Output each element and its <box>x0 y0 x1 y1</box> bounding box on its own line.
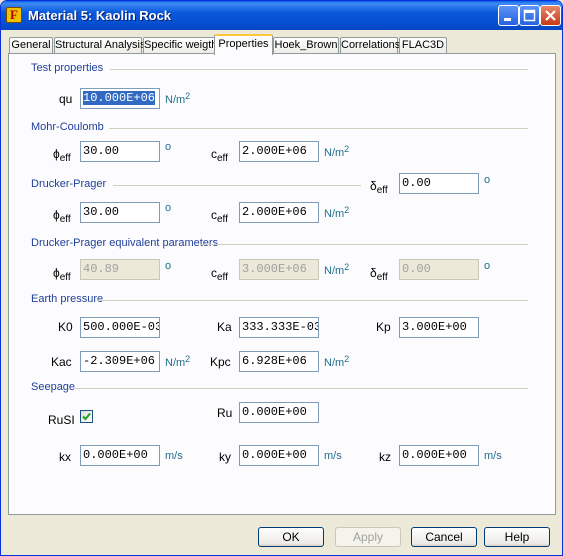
dp-delta-unit: o <box>484 174 491 186</box>
close-icon <box>545 10 556 21</box>
dp-delta-field[interactable]: 0.00 <box>399 173 479 194</box>
divider <box>110 69 528 70</box>
mc-c-label: ceff <box>211 147 228 164</box>
kz-label: kz <box>379 450 391 464</box>
divider <box>75 388 528 389</box>
dp-c-field[interactable]: 2.000E+06 <box>239 202 319 223</box>
dp-phi-field[interactable]: 30.00 <box>80 202 160 223</box>
tab-properties[interactable]: Properties <box>214 34 273 55</box>
kp-field[interactable]: 3.000E+00 <box>399 317 479 338</box>
tab-hoek-brown[interactable]: Hoek_Brown <box>273 37 339 54</box>
properties-panel: Test properties qu 10.000E+06 N/m2 Mohr-… <box>8 53 556 515</box>
kx-label: kx <box>59 450 71 464</box>
kac-label: Kac <box>51 355 72 369</box>
group-mohr-coulomb: Mohr-Coulomb <box>31 121 104 133</box>
group-seepage: Seepage <box>31 381 76 393</box>
kz-unit: m/s <box>484 450 502 462</box>
ru-label: Ru <box>217 406 233 420</box>
dpe-delta-unit: o <box>484 260 491 272</box>
kz-field[interactable]: 0.000E+00 <box>399 445 479 466</box>
divider <box>200 244 528 245</box>
kp-label: Kp <box>376 320 391 334</box>
dp-delta-label: δeff <box>370 179 388 196</box>
app-icon: F <box>6 7 22 23</box>
mc-phi-unit: o <box>165 141 172 153</box>
kpc-field[interactable]: 6.928E+06 <box>239 351 319 372</box>
kpc-label: Kpc <box>210 355 231 369</box>
kac-field[interactable]: -2.309E+06 <box>80 351 160 372</box>
rusi-label: RuSI <box>48 413 75 427</box>
rusi-checkbox[interactable] <box>80 410 93 423</box>
checkmark-icon <box>82 412 91 421</box>
kpc-unit: N/m2 <box>324 354 350 369</box>
mc-phi-label: ϕeff <box>53 147 71 164</box>
divider <box>97 300 528 301</box>
qu-unit: N/m2 <box>165 91 191 106</box>
ky-label: ky <box>219 450 231 464</box>
maximize-button[interactable] <box>519 5 540 26</box>
dpe-c-unit: N/m2 <box>324 262 350 277</box>
dpe-phi-label: ϕeff <box>53 266 71 283</box>
maximize-icon <box>523 9 536 22</box>
dp-phi-label: ϕeff <box>53 208 71 225</box>
group-test-properties: Test properties <box>31 62 104 74</box>
mc-phi-field[interactable]: 30.00 <box>80 141 160 162</box>
dpe-delta-label: δeff <box>370 266 388 283</box>
qu-label: qu <box>59 92 73 106</box>
group-earth-pressure: Earth pressure <box>31 293 104 305</box>
window-title: Material 5: Kaolin Rock <box>28 8 172 23</box>
dpe-delta-field: 0.00 <box>399 259 479 280</box>
divider <box>113 185 361 186</box>
group-dp-equivalent: Drucker-Prager equivalent parameters <box>31 237 219 249</box>
help-button[interactable]: Help <box>484 527 550 547</box>
ka-label: Ka <box>217 320 232 334</box>
dp-phi-unit: o <box>165 202 172 214</box>
dpe-phi-unit: o <box>165 260 172 272</box>
minimize-button[interactable] <box>498 5 519 26</box>
divider <box>109 128 528 129</box>
ru-field[interactable]: 0.000E+00 <box>239 402 319 423</box>
group-drucker-prager: Drucker-Prager <box>31 178 107 190</box>
ka-field[interactable]: 333.333E-03 <box>239 317 319 338</box>
mc-c-unit: N/m2 <box>324 144 350 159</box>
kx-unit: m/s <box>165 450 183 462</box>
qu-field[interactable]: 10.000E+06 <box>80 88 160 109</box>
title-bar[interactable]: F Material 5: Kaolin Rock <box>1 1 562 30</box>
cancel-button[interactable]: Cancel <box>411 527 477 547</box>
close-button[interactable] <box>540 5 561 26</box>
tab-flac3d[interactable]: FLAC3D <box>399 37 447 54</box>
material-dialog: F Material 5: Kaolin Rock General Struct… <box>0 0 563 556</box>
dp-c-label: ceff <box>211 208 228 225</box>
kac-unit: N/m2 <box>165 354 191 369</box>
minimize-icon <box>504 18 511 21</box>
kx-field[interactable]: 0.000E+00 <box>80 445 160 466</box>
dpe-phi-field: 40.89 <box>80 259 160 280</box>
ky-field[interactable]: 0.000E+00 <box>239 445 319 466</box>
dpe-c-field: 3.000E+06 <box>239 259 319 280</box>
k0-label: K0 <box>58 320 73 334</box>
tab-correlations[interactable]: Correlations <box>340 37 400 54</box>
k0-field[interactable]: 500.000E-03 <box>80 317 160 338</box>
ok-button[interactable]: OK <box>258 527 324 547</box>
mc-c-field[interactable]: 2.000E+06 <box>239 141 319 162</box>
apply-button: Apply <box>335 527 401 547</box>
tab-general[interactable]: General <box>9 37 53 54</box>
dp-c-unit: N/m2 <box>324 205 350 220</box>
tab-specific-weigth[interactable]: Specific weigth <box>143 37 217 54</box>
dpe-c-label: ceff <box>211 266 228 283</box>
ky-unit: m/s <box>324 450 342 462</box>
tab-structural-analysis[interactable]: Structural Analysis <box>54 37 145 54</box>
